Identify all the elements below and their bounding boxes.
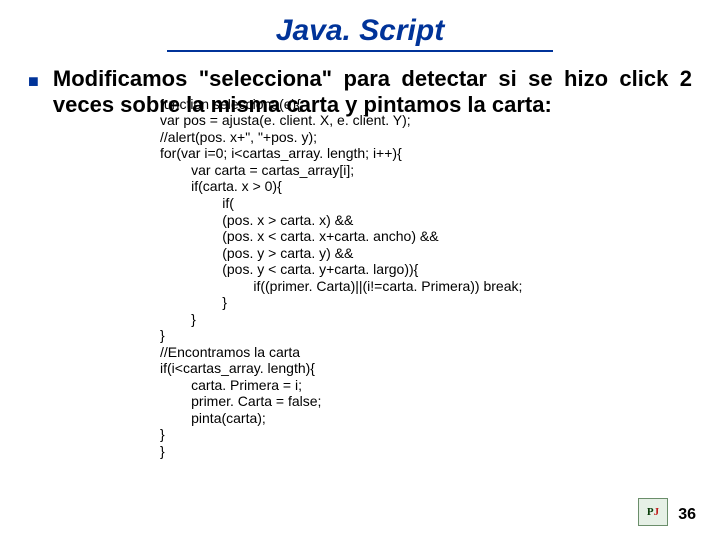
footer-logo: PJ <box>638 498 668 526</box>
paragraph-text: Modificamos "selecciona" para detectar s… <box>53 66 692 118</box>
code-block-wrap: function selecciona(e){ var pos = ajusta… <box>160 96 692 459</box>
slide: Java. Script ■ Modificamos "selecciona" … <box>0 0 720 540</box>
body-row: ■ Modificamos "selecciona" para detectar… <box>28 66 692 118</box>
page-number: 36 <box>678 506 696 524</box>
logo-letter-p: P <box>647 506 654 518</box>
logo-text: PJ <box>647 506 659 518</box>
code-block: function selecciona(e){ var pos = ajusta… <box>160 96 692 459</box>
bullet-icon: ■ <box>28 72 39 90</box>
logo-letter-j: J <box>654 506 660 518</box>
slide-title: Java. Script <box>167 14 552 52</box>
